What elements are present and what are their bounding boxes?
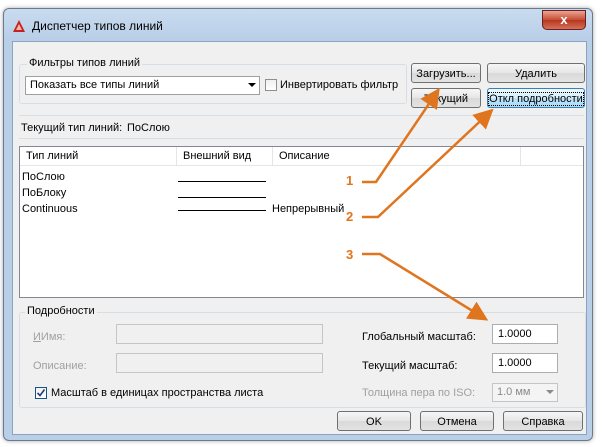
chevron-down-icon[interactable]: [248, 83, 256, 87]
cancel-button[interactable]: Отмена: [420, 411, 494, 431]
linetype-list[interactable]: Тип линий Внешний вид Описание ПоСлою По…: [19, 146, 584, 298]
linetype-name: ПоСлою: [22, 171, 65, 183]
dialog-window: Диспетчер типов линий x Фильтры типов ли…: [3, 8, 593, 441]
filter-select[interactable]: Показать все типы линий: [25, 76, 260, 95]
invert-filter-label: Инвертировать фильтр: [280, 79, 399, 91]
pen-width-value: 1.0 мм: [497, 386, 531, 398]
linetype-preview: [178, 181, 266, 182]
window-title: Диспетчер типов линий: [32, 19, 163, 33]
global-scale-field[interactable]: 1.0000: [492, 324, 558, 344]
chevron-down-icon[interactable]: [546, 390, 554, 394]
filter-select-value: Показать все типы линий: [30, 79, 160, 91]
global-scale-label: Глобальный масштаб:: [362, 331, 476, 343]
current-linetype-label: Текущий тип линий:: [21, 122, 123, 134]
current-scale-label: Текущий масштаб:: [362, 360, 458, 372]
pen-width-select[interactable]: 1.0 мм: [492, 383, 558, 402]
column-header-description[interactable]: Описание: [273, 147, 521, 165]
checkmark-icon: [36, 389, 46, 397]
linetype-preview: [178, 210, 266, 211]
delete-button[interactable]: Удалить: [487, 63, 585, 83]
description-field[interactable]: [116, 353, 323, 373]
column-header-filler: [521, 147, 583, 165]
callout-number-1: 1: [346, 173, 354, 188]
linetype-description: Непрерывный: [272, 203, 345, 215]
current-button[interactable]: Текущий: [411, 88, 481, 108]
callout-number-2: 2: [346, 209, 354, 224]
autocad-logo-icon: [13, 20, 25, 32]
linetype-name: Continuous: [22, 203, 78, 215]
help-button[interactable]: Справка: [503, 411, 583, 431]
linetype-name: ПоБлоку: [22, 187, 67, 199]
load-button[interactable]: Загрузить...: [411, 63, 481, 83]
filters-group-label: Фильтры типов линий: [27, 57, 142, 69]
name-label: ИИмя:: [33, 331, 66, 343]
pen-width-label: Толщина пера по ISO:: [362, 387, 476, 399]
callout-number-3: 3: [346, 247, 354, 262]
title-bar[interactable]: Диспетчер типов линий x: [4, 9, 592, 41]
header-divider: [20, 165, 583, 166]
paper-space-checkbox[interactable]: [35, 387, 47, 399]
invert-filter-checkbox[interactable]: [265, 79, 277, 91]
name-field[interactable]: [116, 324, 323, 344]
ok-button[interactable]: OK: [337, 411, 411, 431]
current-scale-field[interactable]: 1.0000: [492, 353, 558, 373]
linetype-preview: [178, 197, 266, 198]
description-label: Описание:: [33, 360, 87, 372]
close-button[interactable]: x: [542, 10, 586, 30]
paper-space-label: Масштаб в единицах пространства листа: [51, 387, 264, 399]
current-linetype-value: ПоСлою: [127, 122, 170, 134]
close-icon: x: [560, 12, 568, 27]
details-group-label: Подробности: [25, 305, 97, 317]
table-row[interactable]: ПоБлоку: [20, 186, 583, 201]
details-toggle-button[interactable]: Откл подробности: [487, 88, 585, 108]
table-row[interactable]: ПоСлою: [20, 170, 583, 185]
table-row[interactable]: Continuous Непрерывный: [20, 202, 583, 217]
column-header-appearance[interactable]: Внешний вид: [177, 147, 273, 165]
column-header-linetype[interactable]: Тип линий: [20, 147, 177, 165]
dialog-client-area: Фильтры типов линий Показать все типы ли…: [12, 41, 587, 435]
